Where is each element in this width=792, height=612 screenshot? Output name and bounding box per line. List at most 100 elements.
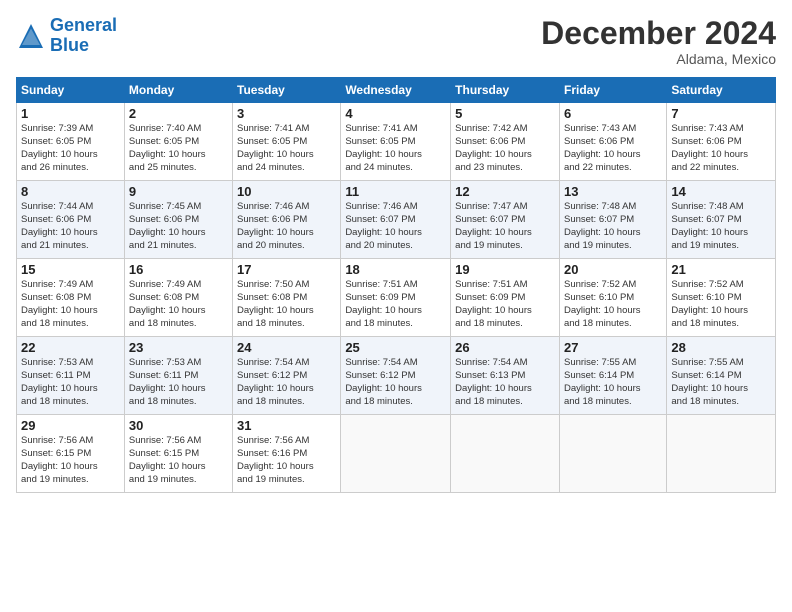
calendar-cell: 11Sunrise: 7:46 AM Sunset: 6:07 PM Dayli…	[341, 181, 451, 259]
calendar-cell: 14Sunrise: 7:48 AM Sunset: 6:07 PM Dayli…	[667, 181, 776, 259]
day-number: 9	[129, 184, 228, 199]
calendar-cell: 13 Sunrise: 7:48 AM Sunset: 6:07 PM Dayli…	[559, 181, 666, 259]
day-number: 23	[129, 340, 228, 355]
day-number: 27	[564, 340, 662, 355]
calendar-cell: 24Sunrise: 7:54 AM Sunset: 6:12 PM Dayli…	[233, 337, 341, 415]
calendar-cell: 30 Sunrise: 7:56 AM Sunset: 6:15 PM Dayli…	[124, 415, 232, 493]
logo: General Blue	[16, 16, 117, 56]
day-number: 29	[21, 418, 120, 433]
day-info: Sunrise: 7:46 AM Sunset: 6:07 PM Dayligh…	[345, 201, 446, 252]
calendar-cell: 6Sunrise: 7:43 AM Sunset: 6:06 PM Daylig…	[559, 103, 666, 181]
day-info: Sunrise: 7:55 AM Sunset: 6:14 PM Dayligh…	[564, 357, 662, 408]
calendar-cell: 27 Sunrise: 7:55 AM Sunset: 6:14 PM Dayli…	[559, 337, 666, 415]
day-number: 28	[671, 340, 771, 355]
calendar-cell: 28 Sunrise: 7:55 AM Sunset: 6:14 PM Dayli…	[667, 337, 776, 415]
logo-blue: Blue	[50, 36, 117, 56]
day-number: 25	[345, 340, 446, 355]
day-info: Sunrise: 7:41 AM Sunset: 6:05 PM Dayligh…	[345, 123, 446, 174]
day-info: Sunrise: 7:55 AM Sunset: 6:14 PM Dayligh…	[671, 357, 771, 408]
day-number: 7	[671, 106, 771, 121]
calendar-cell: 20 Sunrise: 7:52 AM Sunset: 6:10 PM Dayli…	[559, 259, 666, 337]
day-info: Sunrise: 7:52 AM Sunset: 6:10 PM Dayligh…	[564, 279, 662, 330]
week-row-4: 22Sunrise: 7:53 AM Sunset: 6:11 PM Dayli…	[17, 337, 776, 415]
day-header-tuesday: Tuesday	[233, 78, 341, 103]
calendar-cell: 19Sunrise: 7:51 AM Sunset: 6:09 PM Dayli…	[451, 259, 560, 337]
calendar-cell: 23Sunrise: 7:53 AM Sunset: 6:11 PM Dayli…	[124, 337, 232, 415]
title-block: December 2024 Aldama, Mexico	[541, 16, 776, 67]
calendar-cell: 31 Sunrise: 7:56 AM Sunset: 6:16 PM Dayli…	[233, 415, 341, 493]
day-info: Sunrise: 7:43 AM Sunset: 6:06 PM Dayligh…	[671, 123, 771, 174]
page: General Blue December 2024 Aldama, Mexic…	[0, 0, 792, 612]
header: General Blue December 2024 Aldama, Mexic…	[16, 16, 776, 67]
calendar-cell	[667, 415, 776, 493]
week-row-3: 15 Sunrise: 7:49 AM Sunset: 6:08 PM Dayli…	[17, 259, 776, 337]
day-number: 21	[671, 262, 771, 277]
calendar-cell: 25 Sunrise: 7:54 AM Sunset: 6:12 PM Dayli…	[341, 337, 451, 415]
calendar-cell: 8 Sunrise: 7:44 AM Sunset: 6:06 PM Daylig…	[17, 181, 125, 259]
calendar-cell: 5Sunrise: 7:42 AM Sunset: 6:06 PM Daylig…	[451, 103, 560, 181]
calendar-table: SundayMondayTuesdayWednesdayThursdayFrid…	[16, 77, 776, 493]
day-info: Sunrise: 7:56 AM Sunset: 6:15 PM Dayligh…	[129, 435, 228, 486]
day-header-sunday: Sunday	[17, 78, 125, 103]
day-info: Sunrise: 7:46 AM Sunset: 6:06 PM Dayligh…	[237, 201, 336, 252]
calendar-cell	[559, 415, 666, 493]
day-info: Sunrise: 7:49 AM Sunset: 6:08 PM Dayligh…	[129, 279, 228, 330]
day-number: 2	[129, 106, 228, 121]
day-header-saturday: Saturday	[667, 78, 776, 103]
day-number: 14	[671, 184, 771, 199]
day-info: Sunrise: 7:50 AM Sunset: 6:08 PM Dayligh…	[237, 279, 336, 330]
calendar-header-row: SundayMondayTuesdayWednesdayThursdayFrid…	[17, 78, 776, 103]
day-info: Sunrise: 7:47 AM Sunset: 6:07 PM Dayligh…	[455, 201, 555, 252]
day-number: 15	[21, 262, 120, 277]
day-info: Sunrise: 7:49 AM Sunset: 6:08 PM Dayligh…	[21, 279, 120, 330]
calendar-cell	[451, 415, 560, 493]
day-header-thursday: Thursday	[451, 78, 560, 103]
day-info: Sunrise: 7:40 AM Sunset: 6:05 PM Dayligh…	[129, 123, 228, 174]
day-number: 30	[129, 418, 228, 433]
calendar-cell: 17 Sunrise: 7:50 AM Sunset: 6:08 PM Dayli…	[233, 259, 341, 337]
month-title: December 2024	[541, 16, 776, 51]
day-number: 31	[237, 418, 336, 433]
calendar-cell: 21 Sunrise: 7:52 AM Sunset: 6:10 PM Dayli…	[667, 259, 776, 337]
day-info: Sunrise: 7:42 AM Sunset: 6:06 PM Dayligh…	[455, 123, 555, 174]
calendar-cell: 18Sunrise: 7:51 AM Sunset: 6:09 PM Dayli…	[341, 259, 451, 337]
location: Aldama, Mexico	[541, 51, 776, 67]
day-number: 19	[455, 262, 555, 277]
calendar-cell: 10 Sunrise: 7:46 AM Sunset: 6:06 PM Dayli…	[233, 181, 341, 259]
day-number: 22	[21, 340, 120, 355]
day-number: 10	[237, 184, 336, 199]
day-info: Sunrise: 7:45 AM Sunset: 6:06 PM Dayligh…	[129, 201, 228, 252]
day-header-wednesday: Wednesday	[341, 78, 451, 103]
day-number: 17	[237, 262, 336, 277]
day-info: Sunrise: 7:48 AM Sunset: 6:07 PM Dayligh…	[564, 201, 662, 252]
day-info: Sunrise: 7:41 AM Sunset: 6:05 PM Dayligh…	[237, 123, 336, 174]
calendar-cell: 4 Sunrise: 7:41 AM Sunset: 6:05 PM Daylig…	[341, 103, 451, 181]
calendar-cell: 16 Sunrise: 7:49 AM Sunset: 6:08 PM Dayli…	[124, 259, 232, 337]
day-info: Sunrise: 7:52 AM Sunset: 6:10 PM Dayligh…	[671, 279, 771, 330]
day-info: Sunrise: 7:56 AM Sunset: 6:16 PM Dayligh…	[237, 435, 336, 486]
day-info: Sunrise: 7:44 AM Sunset: 6:06 PM Dayligh…	[21, 201, 120, 252]
day-info: Sunrise: 7:56 AM Sunset: 6:15 PM Dayligh…	[21, 435, 120, 486]
day-number: 20	[564, 262, 662, 277]
calendar-cell: 7 Sunrise: 7:43 AM Sunset: 6:06 PM Daylig…	[667, 103, 776, 181]
day-number: 4	[345, 106, 446, 121]
day-number: 16	[129, 262, 228, 277]
day-header-monday: Monday	[124, 78, 232, 103]
day-number: 26	[455, 340, 555, 355]
calendar-cell: 29 Sunrise: 7:56 AM Sunset: 6:15 PM Dayli…	[17, 415, 125, 493]
calendar-cell: 22Sunrise: 7:53 AM Sunset: 6:11 PM Dayli…	[17, 337, 125, 415]
week-row-2: 8 Sunrise: 7:44 AM Sunset: 6:06 PM Daylig…	[17, 181, 776, 259]
calendar-cell: 12Sunrise: 7:47 AM Sunset: 6:07 PM Dayli…	[451, 181, 560, 259]
day-number: 13	[564, 184, 662, 199]
logo-icon	[16, 21, 46, 51]
logo-general: General	[50, 16, 117, 36]
day-number: 8	[21, 184, 120, 199]
day-number: 1	[21, 106, 120, 121]
day-info: Sunrise: 7:54 AM Sunset: 6:12 PM Dayligh…	[345, 357, 446, 408]
week-row-1: 1 Sunrise: 7:39 AM Sunset: 6:05 PM Daylig…	[17, 103, 776, 181]
day-header-friday: Friday	[559, 78, 666, 103]
calendar-cell: 1 Sunrise: 7:39 AM Sunset: 6:05 PM Daylig…	[17, 103, 125, 181]
day-info: Sunrise: 7:39 AM Sunset: 6:05 PM Dayligh…	[21, 123, 120, 174]
day-info: Sunrise: 7:43 AM Sunset: 6:06 PM Dayligh…	[564, 123, 662, 174]
calendar-cell: 26Sunrise: 7:54 AM Sunset: 6:13 PM Dayli…	[451, 337, 560, 415]
